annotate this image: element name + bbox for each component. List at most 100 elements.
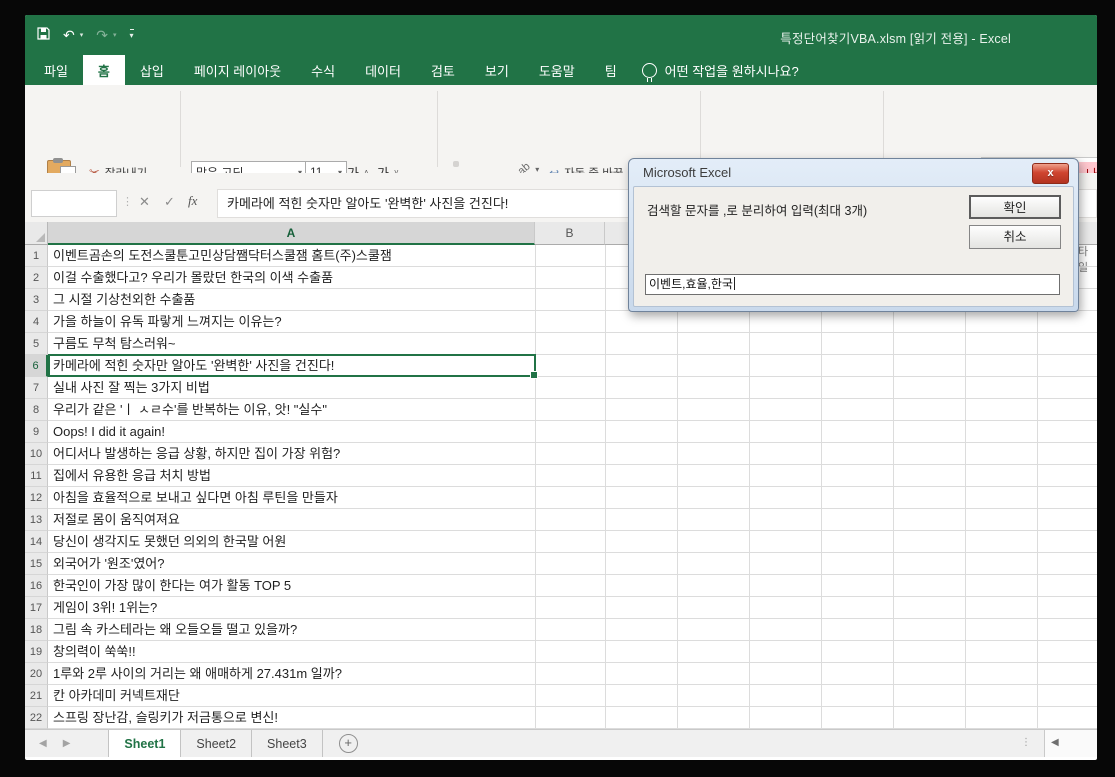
redo-icon: ↷ [96, 28, 108, 42]
cell-A3[interactable]: 그 시절 기상천외한 수출품 [48, 289, 195, 311]
cell-A5[interactable]: 구름도 무척 탐스러워~ [48, 333, 175, 355]
cell-A9[interactable]: Oops! I did it again! [48, 421, 165, 443]
save-icon[interactable] [37, 27, 50, 42]
align-middle-button[interactable] [453, 161, 459, 167]
row-header-7[interactable]: 7 [25, 377, 48, 399]
row-header-9[interactable]: 9 [25, 421, 48, 443]
row-header-20[interactable]: 20 [25, 663, 48, 685]
cell-A21[interactable]: 칸 아카데미 커넥트재단 [48, 685, 180, 707]
cell-A8[interactable]: 우리가 같은 'ㅣ ㅅㄹ수'를 반복하는 이유, 앗! "실수" [48, 399, 327, 421]
ribbon-tab-row: 파일홈삽입페이지 레이아웃수식데이터검토보기도움말팀 어떤 작업을 원하시나요? [25, 55, 1097, 85]
align-bottom-button[interactable] [461, 161, 467, 167]
name-box[interactable] [31, 190, 117, 217]
grid-vline [535, 245, 536, 729]
cell-A18[interactable]: 그림 속 카스테라는 왜 오들오들 떨고 있을까? [48, 619, 297, 641]
window-title: 특정단어찾기VBA.xlsm [읽기 전용] - Excel [780, 28, 1011, 47]
sheetbar-splitter-icon[interactable]: ⋮ [1021, 737, 1031, 748]
row-header-3[interactable]: 3 [25, 289, 48, 311]
tell-me[interactable]: 어떤 작업을 원하시나요? [642, 55, 799, 85]
vba-inputbox-dialog: Microsoft Excel x 검색할 문자를 ,로 분리하여 입력(최대 … [628, 158, 1079, 312]
cell-A12[interactable]: 아침을 효율적으로 보내고 싶다면 아침 루틴을 만들자 [48, 487, 338, 509]
row-header-1[interactable]: 1 [25, 245, 48, 267]
ribbon-tab-데이터[interactable]: 데이터 [350, 55, 416, 85]
sheet-tab-bar: ◀ ▶ Sheet1Sheet2Sheet3 + ⋮ ◀ [25, 729, 1097, 757]
cell-A2[interactable]: 이걸 수출했다고? 우리가 몰랐던 한국의 이색 수출품 [48, 267, 333, 289]
cell-A22[interactable]: 스프링 장난감, 슬링키가 저금통으로 변신! [48, 707, 278, 729]
grid-vline [965, 245, 966, 729]
cell-A14[interactable]: 당신이 생각지도 못했던 의외의 한국말 어원 [48, 531, 286, 553]
row-header-14[interactable]: 14 [25, 531, 48, 553]
undo-dropdown-icon[interactable]: ▾ [80, 31, 84, 39]
ribbon-tab-보기[interactable]: 보기 [470, 55, 524, 85]
ribbon-tab-삽입[interactable]: 삽입 [125, 55, 179, 85]
cancel-entry-icon[interactable]: ✕ [139, 194, 150, 210]
row-header-12[interactable]: 12 [25, 487, 48, 509]
grid-vline [821, 245, 822, 729]
row-header-13[interactable]: 13 [25, 509, 48, 531]
row-header-18[interactable]: 18 [25, 619, 48, 641]
cell-A10[interactable]: 어디서나 발생하는 응급 상황, 하지만 집이 가장 위험? [48, 443, 340, 465]
confirm-entry-icon[interactable]: ✓ [164, 194, 175, 210]
tell-me-label[interactable]: 어떤 작업을 원하시나요? [665, 61, 799, 80]
dialog-text-input[interactable]: 이벤트,효율,한국 [645, 274, 1060, 295]
customize-qat-icon[interactable]: ▾ [130, 29, 134, 40]
new-sheet-icon[interactable]: + [339, 734, 358, 753]
dialog-body: 검색할 문자를 ,로 분리하여 입력(최대 3개) 확인 취소 이벤트,효율,한… [633, 186, 1074, 307]
insert-function-icon[interactable]: fx [188, 193, 197, 209]
select-all-corner[interactable] [25, 222, 48, 245]
grid-vline [1037, 245, 1038, 729]
row-header-4[interactable]: 4 [25, 311, 48, 333]
cell-A17[interactable]: 게임이 3위! 1위는? [48, 597, 157, 619]
column-header-A[interactable]: A [48, 222, 535, 245]
row-header-5[interactable]: 5 [25, 333, 48, 355]
cell-A4[interactable]: 가을 하늘이 유독 파랗게 느껴지는 이유는? [48, 311, 282, 333]
lightbulb-icon [642, 63, 657, 78]
selected-cell-outline [48, 354, 536, 377]
column-header-B[interactable]: B [535, 222, 605, 245]
sheet-tab-Sheet2[interactable]: Sheet2 [181, 730, 252, 757]
row-header-11[interactable]: 11 [25, 465, 48, 487]
ribbon-tab-페이지 레이아웃[interactable]: 페이지 레이아웃 [179, 55, 296, 85]
redo-dropdown-icon: ▾ [113, 31, 117, 39]
row-header-21[interactable]: 21 [25, 685, 48, 707]
ribbon-tab-검토[interactable]: 검토 [416, 55, 470, 85]
grid-vline [893, 245, 894, 729]
horizontal-scrollbar[interactable]: ◀ [1044, 730, 1097, 757]
cell-A1[interactable]: 이벤트곰손의 도전스쿨툰고민상담쨈닥터스쿨잼 홈트(주)스쿨잼 [48, 245, 392, 267]
cell-A13[interactable]: 저절로 몸이 움직여져요 [48, 509, 180, 531]
sheet-tab-Sheet3[interactable]: Sheet3 [252, 730, 323, 757]
sheet-tab-Sheet1[interactable]: Sheet1 [108, 730, 181, 757]
sheet-prev-icon[interactable]: ◀ [39, 738, 47, 749]
row-header-15[interactable]: 15 [25, 553, 48, 575]
ribbon-tab-홈[interactable]: 홈 [83, 55, 125, 85]
row-header-22[interactable]: 22 [25, 707, 48, 729]
cell-A20[interactable]: 1루와 2루 사이의 거리는 왜 애매하게 27.431m 일까? [48, 663, 342, 685]
cell-A11[interactable]: 집에서 유용한 응급 처치 방법 [48, 465, 211, 487]
row-header-16[interactable]: 16 [25, 575, 48, 597]
undo-icon[interactable]: ↶ [63, 28, 75, 42]
sheet-next-icon[interactable]: ▶ [63, 738, 71, 749]
ribbon-tab-팀[interactable]: 팀 [590, 55, 632, 85]
ribbon-tabs: 파일홈삽입페이지 레이아웃수식데이터검토보기도움말팀 [29, 55, 632, 85]
dialog-input-value: 이벤트,효율,한국 [649, 277, 733, 291]
ribbon-tab-파일[interactable]: 파일 [29, 55, 83, 85]
ribbon-tab-도움말[interactable]: 도움말 [524, 55, 590, 85]
row-header-17[interactable]: 17 [25, 597, 48, 619]
cell-A7[interactable]: 실내 사진 잘 찍는 3가지 비법 [48, 377, 210, 399]
fill-handle[interactable] [530, 371, 538, 379]
formula-bar-splitter-icon[interactable]: ⋮ [122, 195, 133, 208]
scroll-left-icon[interactable]: ◀ [1051, 737, 1059, 748]
row-header-6[interactable]: 6 [25, 355, 48, 377]
row-header-8[interactable]: 8 [25, 399, 48, 421]
align-top-button[interactable] [445, 161, 451, 167]
row-header-19[interactable]: 19 [25, 641, 48, 663]
cell-A19[interactable]: 창의력이 쑥쑥!! [48, 641, 136, 663]
row-header-10[interactable]: 10 [25, 443, 48, 465]
ribbon-tab-수식[interactable]: 수식 [296, 55, 350, 85]
row-header-2[interactable]: 2 [25, 267, 48, 289]
cell-A15[interactable]: 외국어가 '원조'였어? [48, 553, 165, 575]
ok-button[interactable]: 확인 [969, 195, 1061, 219]
cancel-button[interactable]: 취소 [969, 225, 1061, 249]
dialog-close-icon[interactable]: x [1032, 163, 1069, 184]
cell-A16[interactable]: 한국인이 가장 많이 한다는 여가 활동 TOP 5 [48, 575, 291, 597]
